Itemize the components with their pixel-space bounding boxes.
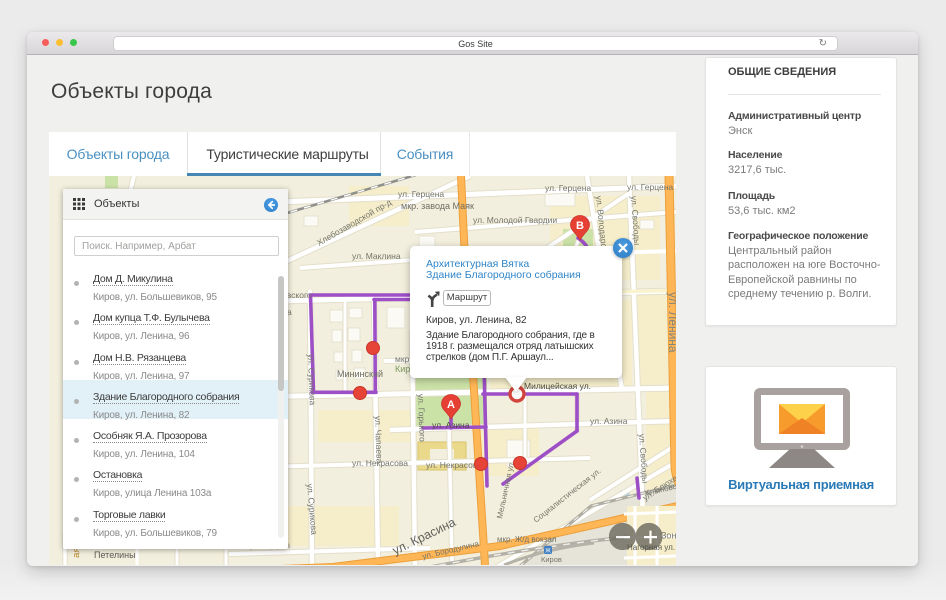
- svg-text:ул. Маклина: ул. Маклина: [352, 251, 401, 261]
- svg-text:ул. Некрасова: ул. Некрасова: [426, 460, 482, 470]
- svg-text:ул. Чапаева: ул. Чапаева: [373, 416, 385, 464]
- svg-text:Зона: Зона: [661, 531, 676, 541]
- svg-text:ул. Герцена: ул. Герцена: [627, 182, 673, 192]
- svg-text:мкр. завода Маяк: мкр. завода Маяк: [401, 201, 474, 211]
- svg-text:ул. Горького: ул. Горького: [416, 394, 428, 442]
- svg-text:ул. Азина: ул. Азина: [432, 420, 470, 430]
- svg-text:ул. Молодой Гвардии: ул. Молодой Гвардии: [473, 215, 557, 225]
- svg-text:Петелины: Петелины: [94, 550, 136, 560]
- svg-text:Киров: Киров: [541, 555, 562, 564]
- svg-text:ул. Герцена: ул. Герцена: [398, 189, 444, 199]
- svg-text:ул. Герцена: ул. Герцена: [545, 183, 591, 193]
- svg-text:Нагорная ул.: Нагорная ул.: [627, 543, 675, 552]
- svg-text:ул. Азина: ул. Азина: [590, 416, 628, 426]
- svg-text:мкр. Ж/д вокзал: мкр. Ж/д вокзал: [497, 535, 557, 544]
- svg-text:Мининский: Мининский: [337, 369, 383, 379]
- svg-text:Ж: Ж: [545, 549, 551, 555]
- svg-text:Милицейская ул.: Милицейская ул.: [524, 381, 591, 391]
- svg-text:ул. Сурикова: ул. Сурикова: [306, 354, 318, 406]
- svg-text:B: B: [576, 220, 584, 232]
- svg-text:ул. Ленина: ул. Ленина: [666, 292, 676, 353]
- svg-text:A: A: [447, 399, 455, 411]
